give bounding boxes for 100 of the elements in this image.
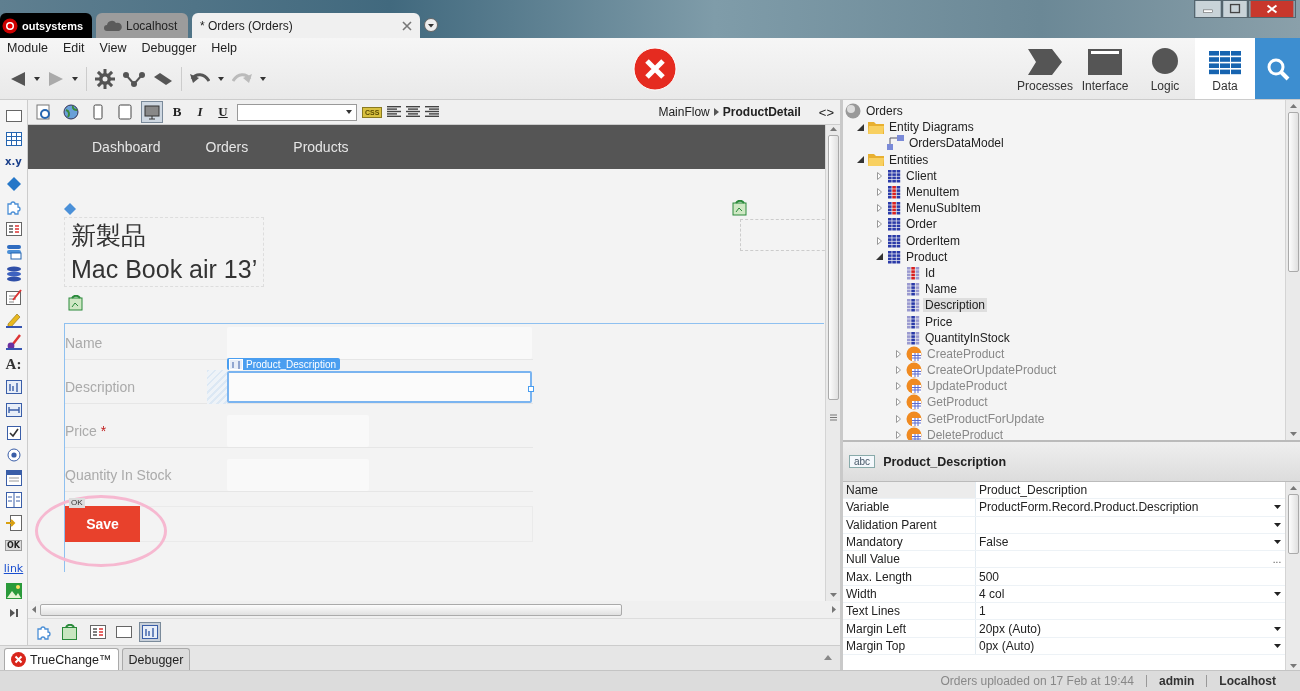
- panel-tab[interactable]: TrueChange™: [4, 648, 119, 670]
- pencil-icon[interactable]: [5, 311, 22, 328]
- dropdown-arrow-icon[interactable]: [1273, 505, 1281, 510]
- scrollbar-thumb[interactable]: [827, 135, 839, 400]
- dropdown-arrow-icon[interactable]: [1273, 522, 1281, 527]
- app-tab[interactable]: Data: [1195, 38, 1255, 99]
- search-button[interactable]: [1255, 38, 1300, 99]
- format-button[interactable]: U: [214, 104, 232, 120]
- checkbox-icon[interactable]: [6, 425, 21, 440]
- property-value[interactable]: ProductForm.Record.Product.Description: [976, 500, 1269, 515]
- format-button[interactable]: B: [168, 104, 186, 120]
- caret-icon[interactable]: [72, 77, 78, 81]
- caret-icon[interactable]: [34, 77, 40, 81]
- tree-item[interactable]: Name: [923, 282, 959, 297]
- dropdown-arrow-icon[interactable]: [1273, 591, 1281, 596]
- format-button[interactable]: I: [191, 104, 209, 120]
- tree-item[interactable]: Entities: [887, 152, 931, 167]
- device-button[interactable]: [141, 101, 163, 123]
- property-name[interactable]: Mandatory: [843, 533, 976, 551]
- panel-tab[interactable]: Debugger: [121, 648, 191, 670]
- tree-item[interactable]: OrderItem: [904, 233, 962, 248]
- code-toggle[interactable]: <>: [818, 104, 834, 120]
- property-name[interactable]: Width: [843, 585, 976, 603]
- window-tab[interactable]: Localhost: [96, 13, 188, 38]
- resize-handle[interactable]: [528, 385, 534, 392]
- scroll-down-icon[interactable]: [829, 593, 837, 597]
- palette-item[interactable]: OK: [5, 540, 22, 552]
- property-value[interactable]: Product_Description: [976, 483, 1269, 498]
- property-name[interactable]: Variable: [843, 499, 976, 516]
- tree-item[interactable]: Id: [923, 265, 937, 280]
- collapse-icon[interactable]: [824, 655, 832, 660]
- import-icon[interactable]: [5, 515, 22, 531]
- list-icon[interactable]: [5, 222, 22, 237]
- tree-item[interactable]: Product: [904, 249, 950, 264]
- property-name[interactable]: Name: [843, 482, 976, 499]
- nav-link[interactable]: Products: [293, 139, 349, 155]
- align-right-icon[interactable]: [425, 106, 440, 118]
- menu-item[interactable]: Edit: [63, 41, 85, 55]
- text-input-icon[interactable]: [5, 380, 22, 395]
- scrollbar-thumb[interactable]: [1287, 494, 1299, 554]
- menu-item[interactable]: Module: [7, 41, 48, 55]
- frame-icon[interactable]: [5, 110, 22, 123]
- back-icon[interactable]: [10, 71, 26, 87]
- dropdown-arrow-icon[interactable]: [1273, 626, 1281, 631]
- font-dropdown[interactable]: [237, 103, 357, 121]
- scroll-right-icon[interactable]: [832, 606, 836, 613]
- caret-icon[interactable]: [218, 77, 224, 81]
- table-icon[interactable]: [5, 131, 22, 146]
- brush-icon[interactable]: [5, 334, 22, 351]
- app-tab[interactable]: Logic: [1135, 38, 1195, 99]
- align-center-icon[interactable]: [406, 106, 421, 118]
- tree-item[interactable]: Description: [923, 298, 988, 313]
- property-value[interactable]: 20px (Auto): [976, 621, 1269, 636]
- tree-item[interactable]: OrdersDataModel: [907, 136, 1006, 151]
- property-value[interactable]: False: [976, 535, 1269, 550]
- diamond-icon[interactable]: [6, 177, 21, 192]
- app-tab[interactable]: Interface: [1075, 38, 1135, 99]
- scroll-up-icon[interactable]: [1289, 104, 1297, 108]
- dropdown-icon[interactable]: [424, 18, 438, 32]
- save-button[interactable]: Save: [65, 506, 140, 542]
- app-tab[interactable]: Processes: [1015, 38, 1075, 99]
- range-icon[interactable]: [5, 403, 22, 417]
- graph-icon[interactable]: [123, 71, 145, 87]
- dropdown-arrow-icon[interactable]: [1273, 643, 1281, 648]
- tree-item[interactable]: QuantityInStock: [923, 330, 1012, 345]
- tree-item[interactable]: Entity Diagrams: [887, 120, 976, 135]
- menu-item[interactable]: View: [99, 41, 127, 55]
- nav-link[interactable]: Orders: [205, 139, 249, 155]
- tree-item[interactable]: Order: [904, 217, 939, 232]
- property-name[interactable]: Text Lines: [843, 603, 976, 620]
- property-value[interactable]: 4 col: [976, 586, 1269, 601]
- property-name[interactable]: Null Value: [843, 551, 976, 568]
- menu-item[interactable]: Debugger: [141, 41, 197, 55]
- nav-link[interactable]: Dashboard: [92, 139, 161, 155]
- window-tab[interactable]: * Orders (Orders): [192, 13, 420, 38]
- database-icon[interactable]: [5, 243, 22, 260]
- error-icon[interactable]: [633, 47, 677, 91]
- property-value[interactable]: 500: [976, 569, 1269, 584]
- window-tab[interactable]: outsystems: [0, 13, 92, 38]
- radio-icon[interactable]: [6, 448, 21, 463]
- tree-item[interactable]: Orders: [864, 104, 905, 119]
- minimize-icon[interactable]: [1194, 0, 1222, 18]
- device-button[interactable]: [60, 101, 82, 123]
- expand-icon[interactable]: [9, 609, 18, 618]
- palette-item[interactable]: x.y: [5, 156, 22, 167]
- input-field[interactable]: [227, 370, 532, 403]
- palette-item[interactable]: A:: [5, 356, 22, 374]
- property-value[interactable]: 1: [976, 604, 1269, 619]
- tree-item[interactable]: MenuItem: [904, 185, 962, 200]
- scroll-down-icon[interactable]: [1289, 432, 1297, 436]
- menu-item[interactable]: Help: [211, 41, 238, 55]
- form-icon[interactable]: [5, 289, 22, 306]
- input-field[interactable]: [227, 326, 532, 359]
- close-icon[interactable]: [1248, 0, 1296, 18]
- expanded-icon[interactable]: [856, 156, 864, 164]
- property-name[interactable]: Margin Left: [843, 620, 976, 637]
- breadcrumb-item[interactable]: MainFlow: [658, 105, 710, 119]
- dropdown-arrow-icon[interactable]: [1273, 540, 1281, 545]
- settings-icon[interactable]: [95, 69, 115, 89]
- tree-item[interactable]: Price: [923, 314, 955, 329]
